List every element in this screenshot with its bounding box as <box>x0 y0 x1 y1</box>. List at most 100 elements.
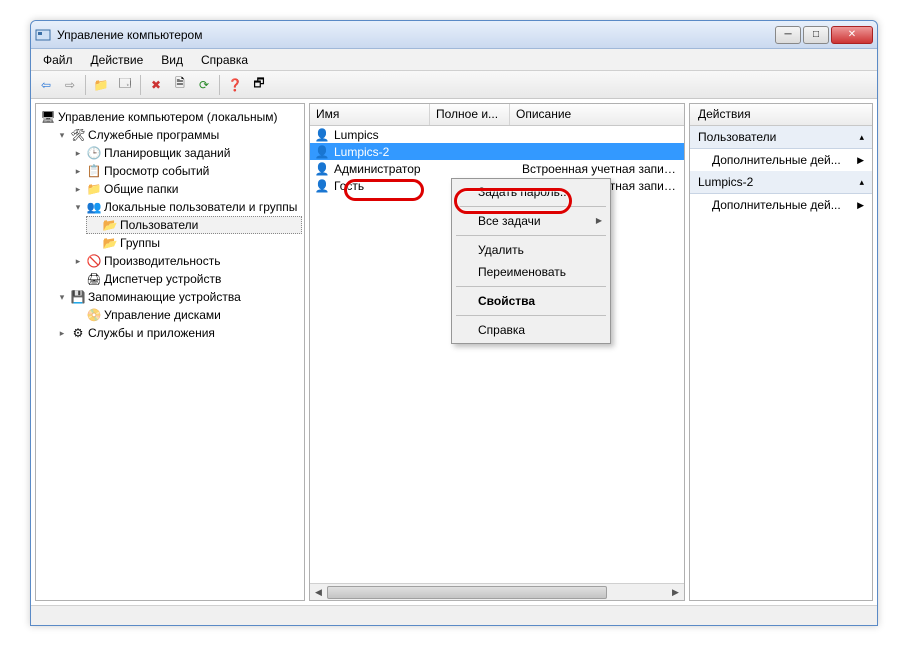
horizontal-scrollbar[interactable]: ◀ ▶ <box>310 583 684 600</box>
collapse-icon[interactable]: ▾ <box>72 201 84 213</box>
tree-label: Просмотр событий <box>104 164 209 178</box>
page-icon: 🗎 <box>175 74 185 95</box>
user-icon: 👤 <box>314 161 330 177</box>
cell-description: Встроенная учетная запись администратора <box>522 162 680 176</box>
toolbar: ⇦ ⇨ 📁 🗔 ✖ 🗎 ⟳ ❓ 🗗 <box>31 71 877 99</box>
toolbar-separator <box>219 75 220 95</box>
actions-more-1[interactable]: Дополнительные дей...▶ <box>690 149 872 171</box>
expand-icon[interactable]: ▸ <box>72 183 84 195</box>
titlebar[interactable]: Управление компьютером ─ □ ✕ <box>31 21 877 49</box>
expand-icon[interactable]: ▸ <box>56 327 68 339</box>
list-row[interactable]: 👤 Lumpics <box>310 126 684 143</box>
window-title: Управление компьютером <box>57 28 775 42</box>
minimize-button[interactable]: ─ <box>775 26 801 44</box>
collapse-icon: ▴ <box>859 177 864 188</box>
delete-icon: ✖ <box>151 78 161 92</box>
properties-icon: 🗔 <box>118 74 131 95</box>
col-description[interactable]: Описание <box>510 104 684 125</box>
toolbar-separator <box>85 75 86 95</box>
tree-label: Производительность <box>104 254 220 268</box>
export-button[interactable]: 🗎 <box>169 74 191 96</box>
cell-name: Lumpics <box>334 128 434 142</box>
disk-icon: 📀 <box>86 307 102 323</box>
computer-icon: 🖥 <box>40 109 56 125</box>
refresh-icon: ⟳ <box>199 78 209 92</box>
tree-label: Планировщик заданий <box>104 146 230 160</box>
cell-name: Гость <box>334 179 434 193</box>
up-button[interactable]: 📁 <box>90 74 112 96</box>
cell-name: Lumpics-2 <box>334 145 434 159</box>
submenu-icon: ▶ <box>857 155 864 166</box>
ctx-all-tasks[interactable]: Все задачи <box>454 210 608 232</box>
col-name[interactable]: Имя <box>310 104 430 125</box>
ctx-properties[interactable]: Свойства <box>454 290 608 312</box>
tree-users[interactable]: ▸📂Пользователи <box>86 216 302 234</box>
ctx-separator <box>456 286 606 287</box>
tree-system-tools[interactable]: ▾ 🛠 Служебные программы <box>54 126 302 144</box>
submenu-icon: ▶ <box>857 200 864 211</box>
share-icon: 📁 <box>86 181 102 197</box>
actions-group-users[interactable]: Пользователи▴ <box>690 126 872 149</box>
scroll-thumb[interactable] <box>327 586 607 599</box>
app-icon <box>35 27 51 43</box>
actions-pane: Действия Пользователи▴ Дополнительные де… <box>689 103 873 601</box>
tree-device-manager[interactable]: ▸🖨Диспетчер устройств <box>70 270 302 288</box>
tree-root[interactable]: 🖥 Управление компьютером (локальным) <box>38 108 302 126</box>
users-icon: 👥 <box>86 199 102 215</box>
delete-button[interactable]: ✖ <box>145 74 167 96</box>
menu-action[interactable]: Действие <box>83 51 152 69</box>
ctx-set-password[interactable]: Задать пароль... <box>454 181 608 203</box>
scroll-right-icon[interactable]: ▶ <box>667 584 684 601</box>
tree-services-apps[interactable]: ▸⚙Службы и приложения <box>54 324 302 342</box>
tree-shared-folders[interactable]: ▸📁Общие папки <box>70 180 302 198</box>
actions-group-selection[interactable]: Lumpics-2▴ <box>690 171 872 194</box>
tree-event-viewer[interactable]: ▸📋Просмотр событий <box>70 162 302 180</box>
menu-help[interactable]: Справка <box>193 51 256 69</box>
expand-icon[interactable]: ▸ <box>72 165 84 177</box>
tree-performance[interactable]: ▸🚫Производительность <box>70 252 302 270</box>
tree-label: Управление компьютером (локальным) <box>58 110 278 124</box>
tree-label: Группы <box>120 236 160 250</box>
close-button[interactable]: ✕ <box>831 26 873 44</box>
window-icon: 🗗 <box>253 74 264 95</box>
tree-label: Диспетчер устройств <box>104 272 221 286</box>
tree-disk-management[interactable]: ▸📀Управление дисками <box>70 306 302 324</box>
tree-storage[interactable]: ▾💾Запоминающие устройства <box>54 288 302 306</box>
ctx-delete[interactable]: Удалить <box>454 239 608 261</box>
user-icon: 👤 <box>314 127 330 143</box>
cell-name: Администратор <box>334 162 434 176</box>
list-row[interactable]: 👤 Администратор Встроенная учетная запись … <box>310 160 684 177</box>
menu-view[interactable]: Вид <box>153 51 191 69</box>
col-fullname[interactable]: Полное и... <box>430 104 510 125</box>
menubar: Файл Действие Вид Справка <box>31 49 877 71</box>
new-window-button[interactable]: 🗗 <box>248 74 270 96</box>
forward-button[interactable]: ⇨ <box>59 74 81 96</box>
tree-label: Запоминающие устройства <box>88 290 241 304</box>
scroll-left-icon[interactable]: ◀ <box>310 584 327 601</box>
back-button[interactable]: ⇦ <box>35 74 57 96</box>
collapse-icon[interactable]: ▾ <box>56 291 68 303</box>
properties-button[interactable]: 🗔 <box>114 74 136 96</box>
tree-pane[interactable]: 🖥 Управление компьютером (локальным) ▾ 🛠… <box>35 103 305 601</box>
actions-more-2[interactable]: Дополнительные дей...▶ <box>690 194 872 216</box>
refresh-button[interactable]: ⟳ <box>193 74 215 96</box>
ctx-help[interactable]: Справка <box>454 319 608 341</box>
folder-icon: 📂 <box>102 235 118 251</box>
perf-icon: 🚫 <box>86 253 102 269</box>
tree-task-scheduler[interactable]: ▸🕒Планировщик заданий <box>70 144 302 162</box>
ctx-rename[interactable]: Переименовать <box>454 261 608 283</box>
tree-label: Управление дисками <box>104 308 221 322</box>
collapse-icon[interactable]: ▾ <box>56 129 68 141</box>
tree-local-users-groups[interactable]: ▾👥Локальные пользователи и группы <box>70 198 302 216</box>
maximize-button[interactable]: □ <box>803 26 829 44</box>
expand-icon[interactable]: ▸ <box>72 147 84 159</box>
clock-icon: 🕒 <box>86 145 102 161</box>
tree-groups[interactable]: ▸📂Группы <box>86 234 302 252</box>
help-button[interactable]: ❓ <box>224 74 246 96</box>
expand-icon[interactable]: ▸ <box>72 255 84 267</box>
list-row[interactable]: 👤Lumpics-2 <box>310 143 684 160</box>
menu-file[interactable]: Файл <box>35 51 81 69</box>
ctx-separator <box>456 315 606 316</box>
list-header: Имя Полное и... Описание <box>310 104 684 126</box>
event-icon: 📋 <box>86 163 102 179</box>
